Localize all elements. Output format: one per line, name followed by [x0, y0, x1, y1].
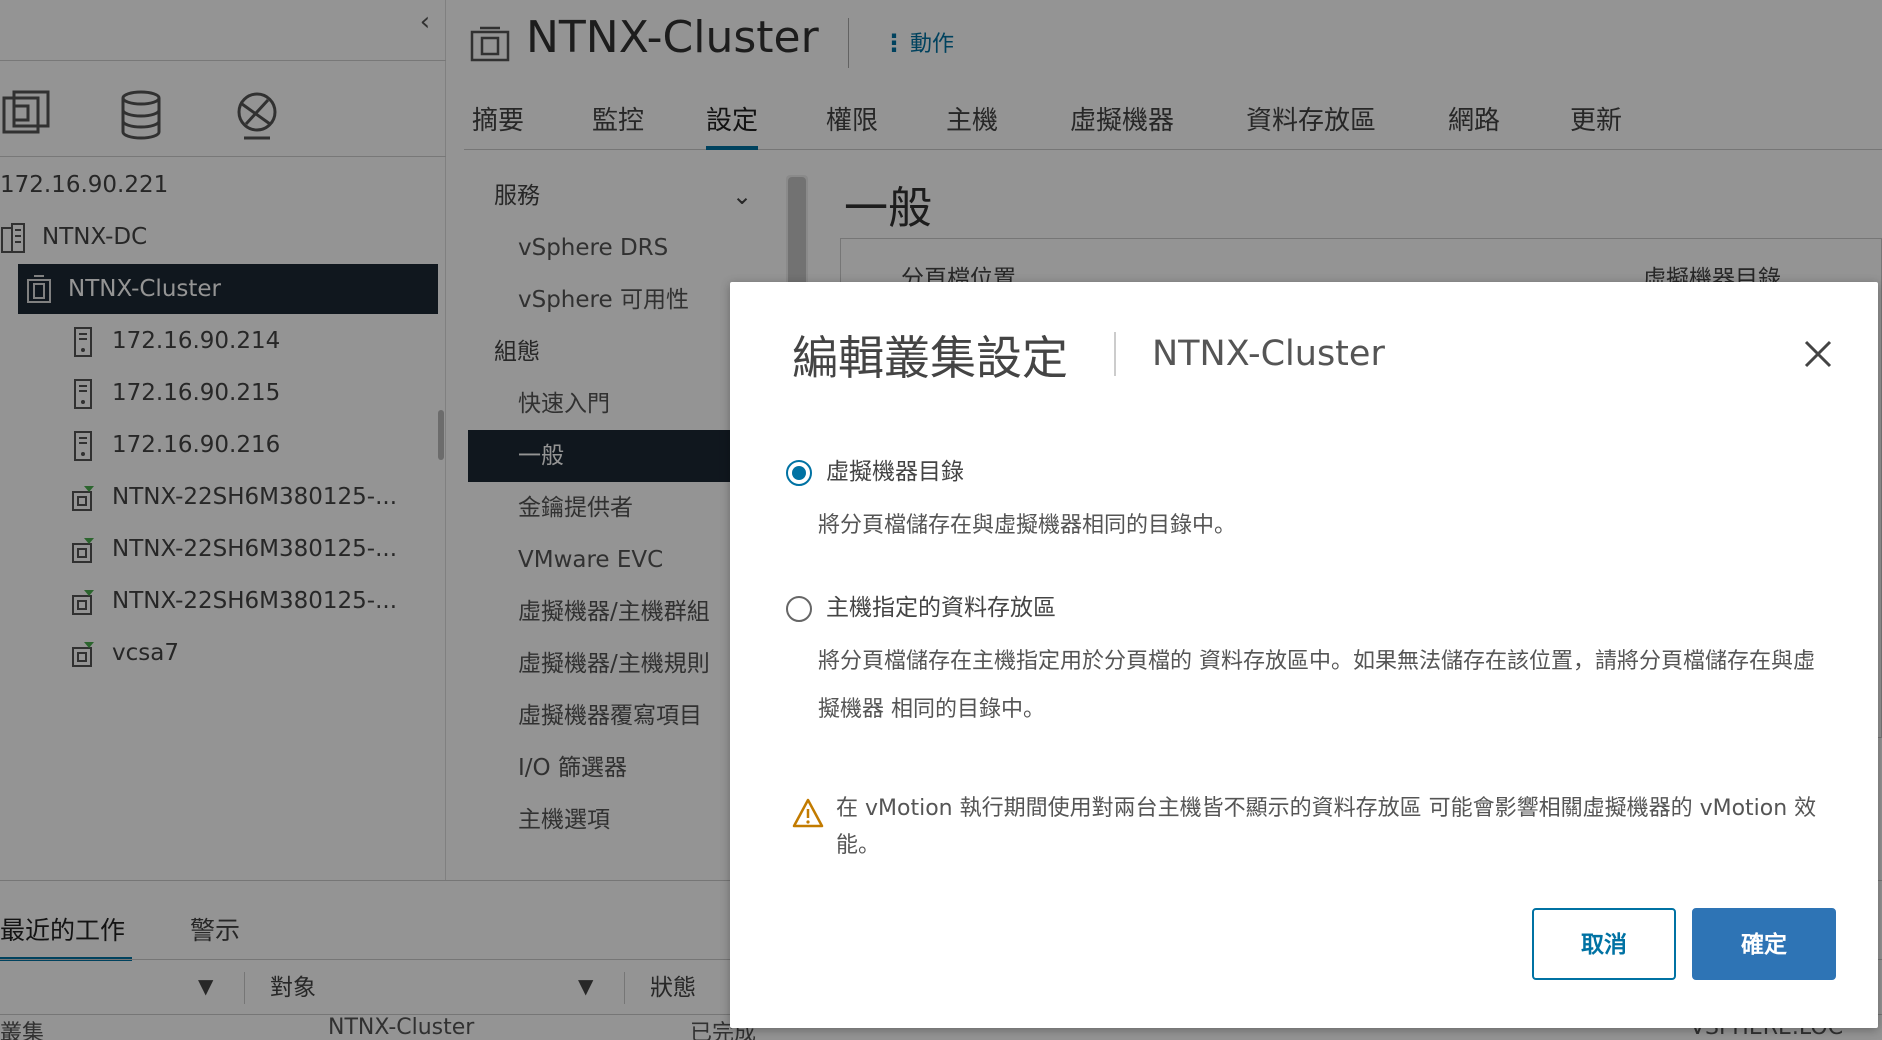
edit-cluster-settings-dialog: 編輯叢集設定 NTNX-Cluster 虛擬機器目錄 將分頁檔儲存在與虛擬機器相…	[730, 282, 1878, 1028]
close-icon[interactable]	[1798, 334, 1838, 374]
warning-text: 在 vMotion 執行期間使用對兩台主機皆不顯示的資料存放區 可能會影響相關虛…	[836, 796, 1817, 858]
option-vm-directory[interactable]: 虛擬機器目錄	[786, 452, 964, 486]
option-label: 主機指定的資料存放區	[826, 595, 1056, 621]
option-description: 將分頁檔儲存在與虛擬機器相同的目錄中。	[818, 513, 1237, 538]
option-host-datastore[interactable]: 主機指定的資料存放區	[786, 588, 1056, 622]
option-description: 將分頁檔儲存在主機指定用於分頁檔的 資料存放區中。如果無法儲存在該位置，請將分頁…	[818, 649, 1815, 722]
radio-host-datastore[interactable]	[786, 595, 812, 622]
option-label: 虛擬機器目錄	[826, 459, 964, 485]
radio-vm-directory[interactable]	[786, 459, 812, 486]
dialog-title: 編輯叢集設定	[792, 331, 1068, 385]
dialog-subtitle: NTNX-Cluster	[1152, 334, 1385, 374]
warning-icon	[792, 798, 824, 828]
cancel-button[interactable]: 取消	[1532, 908, 1676, 980]
ok-button[interactable]: 確定	[1692, 908, 1836, 980]
divider	[1114, 332, 1116, 376]
